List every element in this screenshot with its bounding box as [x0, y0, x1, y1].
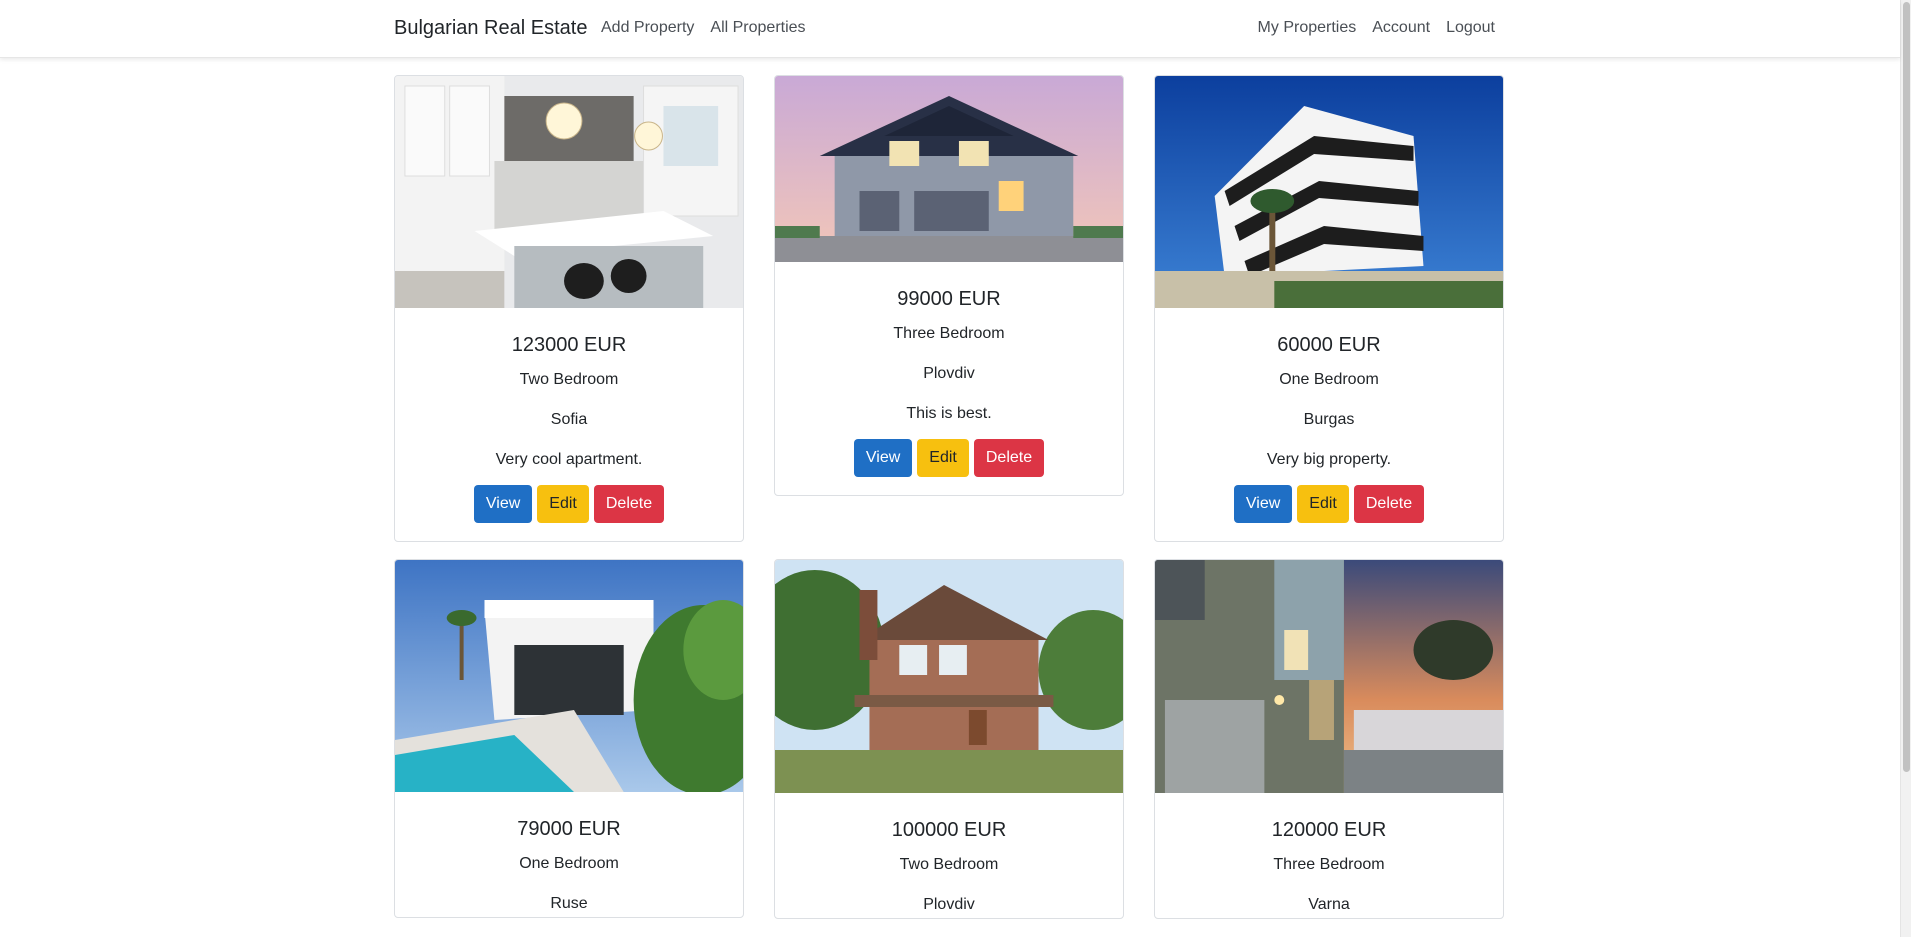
property-price: 99000 EUR — [897, 288, 1001, 310]
property-type: Two Bedroom — [519, 371, 619, 388]
property-card: 100000 EUR Two Bedroom Plovdiv — [774, 559, 1124, 919]
view-button[interactable]: View — [473, 485, 533, 523]
property-description: This is best. — [906, 405, 992, 422]
property-type: Three Bedroom — [893, 325, 1005, 342]
property-card: 123000 EUR Two Bedroom Sofia Very cool a… — [394, 75, 744, 542]
card-actions: View Edit Delete — [775, 439, 1123, 495]
property-card: 99000 EUR Three Bedroom Plovdiv This is … — [774, 75, 1124, 496]
property-city: Plovdiv — [923, 896, 975, 913]
property-price: 123000 EUR — [511, 334, 627, 356]
page-scrollbar[interactable] — [1900, 0, 1911, 937]
card-body: 79000 EUR One Bedroom Ruse — [395, 792, 743, 917]
property-city: Burgas — [1303, 411, 1355, 428]
property-type: One Bedroom — [519, 855, 619, 872]
card-body: 100000 EUR Two Bedroom Plovdiv — [775, 793, 1123, 918]
view-button[interactable]: View — [1233, 485, 1293, 523]
property-image-house-dusk — [775, 76, 1123, 262]
property-city: Varna — [1308, 896, 1350, 913]
nav-logout[interactable]: Logout — [1446, 19, 1495, 37]
nav-account[interactable]: Account — [1372, 19, 1430, 37]
card-body: 99000 EUR Three Bedroom Plovdiv This is … — [775, 262, 1123, 495]
delete-button[interactable]: Delete — [973, 439, 1045, 477]
card-body: 120000 EUR Three Bedroom Varna — [1155, 793, 1503, 918]
property-type: Three Bedroom — [1273, 856, 1385, 873]
nav-my-properties[interactable]: My Properties — [1258, 19, 1357, 37]
property-description: Very big property. — [1266, 451, 1392, 468]
property-card: 120000 EUR Three Bedroom Varna — [1154, 559, 1504, 919]
property-description: Very cool apartment. — [495, 451, 643, 468]
property-city: Ruse — [550, 895, 588, 912]
property-type: Two Bedroom — [899, 856, 999, 873]
card-body: 123000 EUR Two Bedroom Sofia Very cool a… — [395, 308, 743, 541]
edit-button[interactable]: Edit — [537, 485, 589, 523]
nav-all-properties[interactable]: All Properties — [710, 19, 805, 37]
property-image-kitchen — [395, 76, 743, 308]
property-price: 100000 EUR — [891, 819, 1007, 841]
property-city: Plovdiv — [923, 365, 975, 382]
property-image-modern-house-night — [1155, 560, 1503, 793]
card-actions: View Edit Delete — [1155, 485, 1503, 541]
brand-link[interactable]: Bulgarian Real Estate — [394, 17, 587, 40]
edit-button[interactable]: Edit — [917, 439, 969, 477]
card-actions: View Edit Delete — [395, 485, 743, 541]
property-price: 60000 EUR — [1277, 334, 1381, 356]
property-city: Sofia — [550, 411, 588, 428]
property-image-apartment-building — [1155, 76, 1503, 308]
property-price: 120000 EUR — [1271, 819, 1387, 841]
property-image-pool-villa — [395, 560, 743, 792]
nav-left: Add Property All Properties — [601, 19, 806, 37]
nav-add-property[interactable]: Add Property — [601, 19, 694, 37]
property-card: 79000 EUR One Bedroom Ruse — [394, 559, 744, 918]
nav-right: My Properties Account Logout — [1258, 19, 1495, 37]
property-price: 79000 EUR — [517, 818, 621, 840]
navbar: Bulgarian Real Estate Add Property All P… — [0, 0, 1900, 58]
property-image-craftsman-house — [775, 560, 1123, 793]
view-button[interactable]: View — [853, 439, 913, 477]
scrollbar-thumb[interactable] — [1903, 2, 1910, 772]
property-card: 60000 EUR One Bedroom Burgas Very big pr… — [1154, 75, 1504, 542]
delete-button[interactable]: Delete — [593, 485, 665, 523]
delete-button[interactable]: Delete — [1353, 485, 1425, 523]
edit-button[interactable]: Edit — [1297, 485, 1349, 523]
property-type: One Bedroom — [1279, 371, 1379, 388]
card-body: 60000 EUR One Bedroom Burgas Very big pr… — [1155, 308, 1503, 541]
